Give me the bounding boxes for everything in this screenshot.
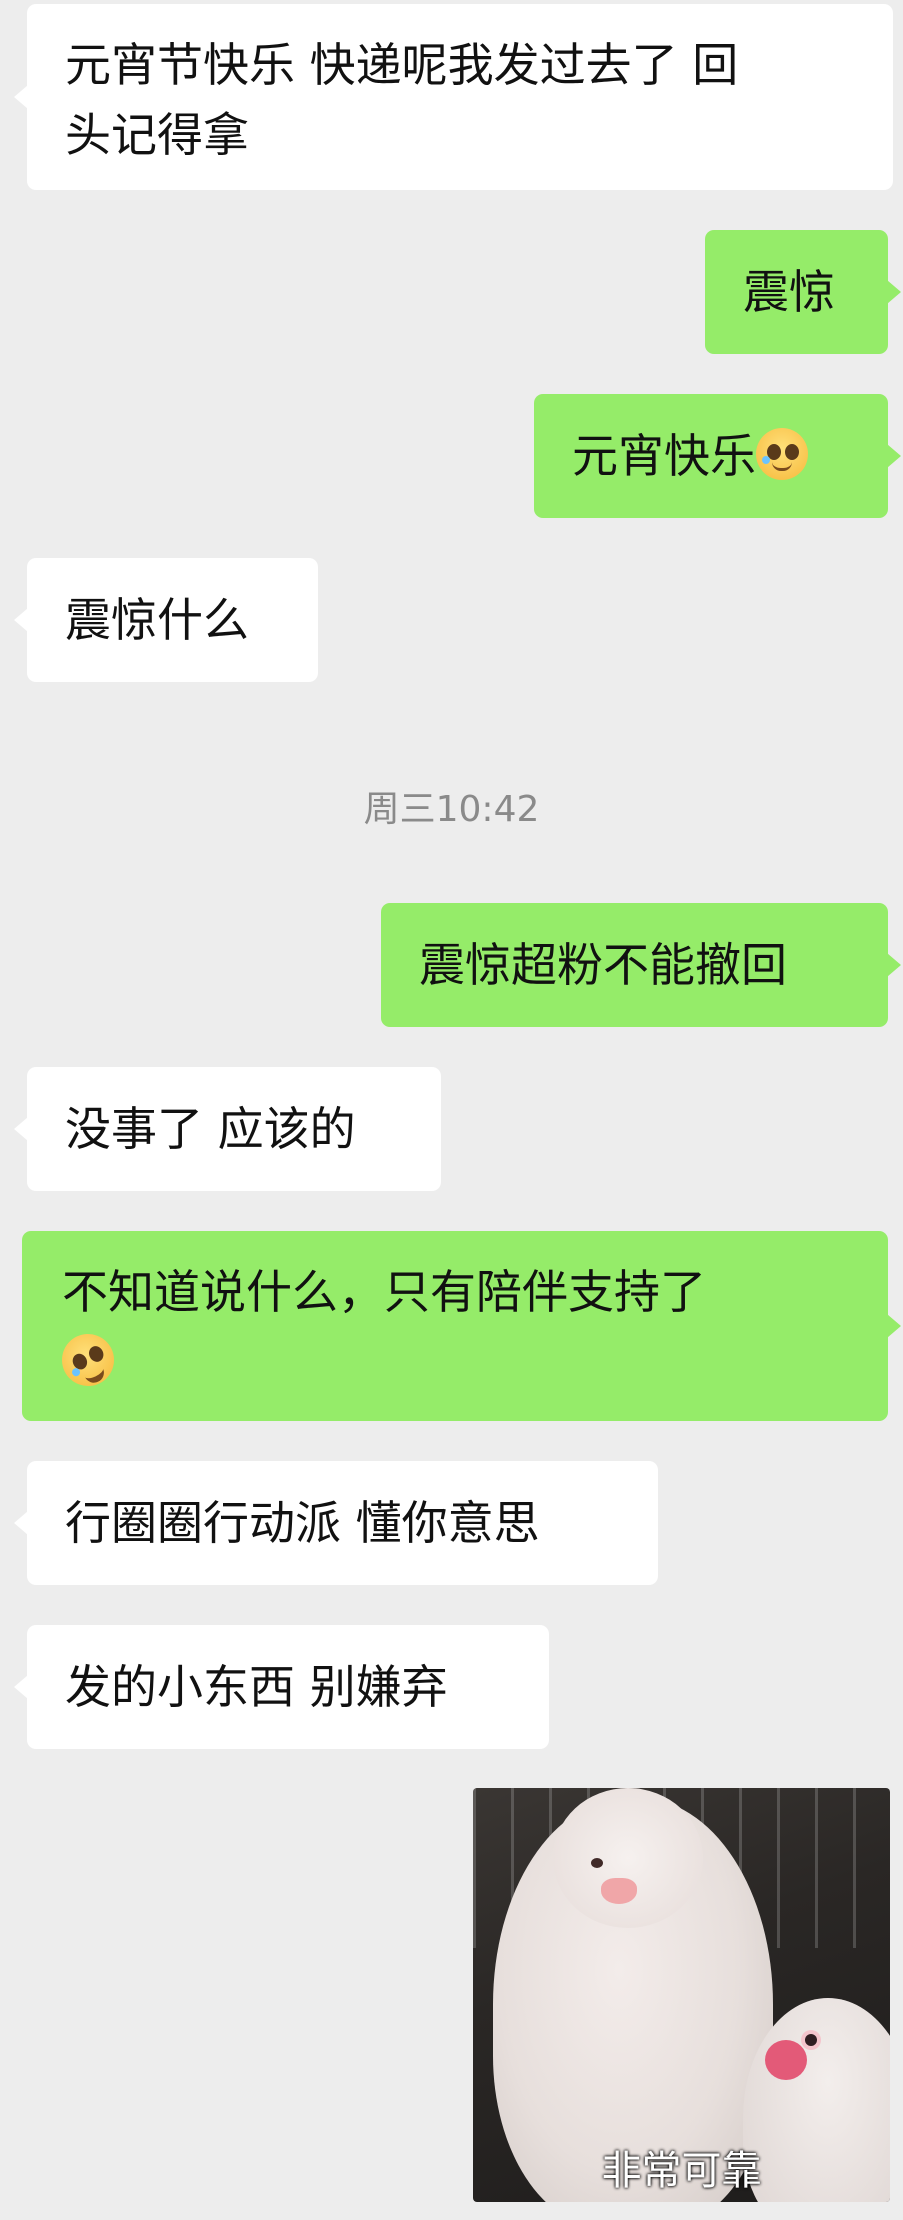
message-text: 行圈圈行动派 懂你意思 — [65, 1496, 540, 1550]
sticker-image[interactable]: 非常可靠 — [473, 1788, 890, 2202]
message-bubble-outgoing[interactable]: 震惊超粉不能撤回 — [381, 903, 888, 1027]
pleading-face-emoji — [756, 428, 808, 480]
message-bubble-incoming[interactable]: 行圈圈行动派 懂你意思 — [27, 1461, 658, 1585]
message-text: 发的小东西 别嫌弃 — [65, 1660, 448, 1714]
small-bird-beak — [765, 2040, 807, 2080]
message-text: 不知道说什么，只有陪伴支持了 — [62, 1265, 706, 1319]
message-text: 元宵节快乐 快递呢我发过去了 回 头记得拿 — [65, 38, 739, 162]
dove-eye — [591, 1858, 603, 1868]
message-bubble-outgoing[interactable]: 震惊 — [705, 230, 888, 354]
message-text: 没事了 应该的 — [65, 1102, 356, 1156]
rolling-on-floor-laughing-emoji — [53, 1325, 123, 1395]
small-bird-eye — [805, 2034, 817, 2046]
message-text: 震惊超粉不能撤回 — [419, 938, 787, 992]
message-bubble-incoming[interactable]: 震惊什么 — [27, 558, 318, 682]
message-bubble-outgoing[interactable]: 元宵快乐 — [534, 394, 888, 518]
message-text: 元宵快乐 — [572, 429, 756, 483]
timestamp: 周三10:42 — [363, 789, 540, 830]
dove-beak — [601, 1878, 637, 1904]
message-bubble-incoming[interactable]: 元宵节快乐 快递呢我发过去了 回 头记得拿 — [27, 4, 893, 190]
message-text: 震惊 — [743, 265, 835, 319]
sticker-caption: 非常可靠 — [601, 2148, 762, 2194]
message-text: 震惊什么 — [65, 593, 249, 647]
message-bubble-outgoing[interactable]: 不知道说什么，只有陪伴支持了 — [22, 1231, 888, 1421]
message-bubble-incoming[interactable]: 发的小东西 别嫌弃 — [27, 1625, 549, 1749]
dove-head — [553, 1788, 703, 1928]
message-bubble-incoming[interactable]: 没事了 应该的 — [27, 1067, 441, 1191]
